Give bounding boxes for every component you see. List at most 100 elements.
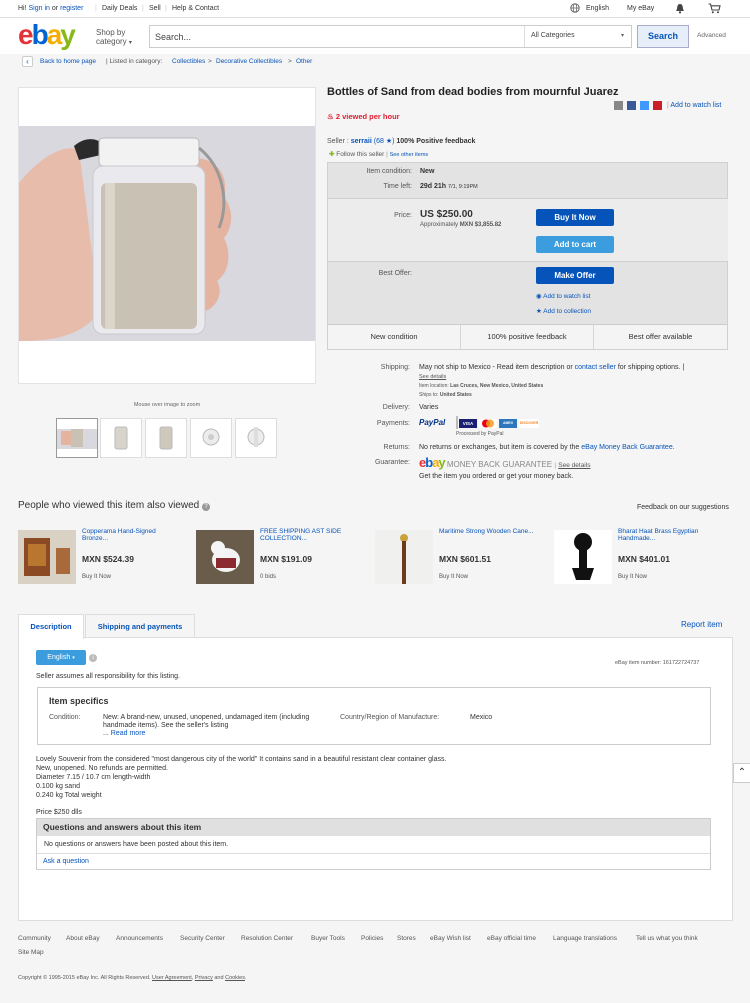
tab-shipping-payments[interactable]: Shipping and payments — [85, 614, 195, 638]
seller-name-link[interactable]: serraii — [351, 138, 372, 145]
sell-link[interactable]: Sell — [149, 5, 161, 12]
crumb-decorative[interactable]: Decorative Collectibles — [216, 58, 282, 65]
feature-positive-feedback: 100% positive feedback — [461, 324, 594, 349]
crumb-collectibles[interactable]: Collectibles — [172, 58, 205, 65]
condition-value: New — [420, 168, 435, 175]
add-watch-list-secondary[interactable]: ◉ Add to watch list — [536, 292, 590, 300]
header: ebay Shop by category ▾ Search... All Ca… — [0, 18, 750, 54]
language-dropdown[interactable]: English ▾ — [36, 650, 86, 665]
money-back-guarantee-link[interactable]: eBay Money Back Guarantee. — [581, 444, 674, 451]
divider: | — [165, 5, 167, 12]
twitter-icon[interactable] — [640, 101, 649, 110]
rec-title-1[interactable]: Copperama Hand-Signed Bronze... — [82, 528, 182, 542]
rec-image-4[interactable] — [554, 530, 612, 584]
privacy-link[interactable]: Privacy — [195, 975, 213, 981]
ask-question-link[interactable]: Ask a question — [43, 858, 89, 865]
cookies-link[interactable]: Cookies — [225, 975, 245, 981]
add-to-collection[interactable]: ★ Add to collection — [536, 307, 591, 315]
rec-image-1[interactable] — [18, 530, 76, 584]
my-ebay-link[interactable]: My eBay — [627, 5, 654, 12]
daily-deals-link[interactable]: Daily Deals — [102, 5, 137, 12]
back-to-top-button[interactable]: ⌃ — [733, 763, 750, 783]
help-contact-link[interactable]: Help & Contact — [172, 5, 219, 12]
main-product-image[interactable] — [18, 87, 316, 384]
read-more[interactable]: ... Read more — [103, 730, 145, 737]
footer-link-about[interactable]: About eBay — [66, 935, 100, 942]
qa-box: Questions and answers about this item No… — [36, 818, 711, 870]
country-label: Country/Region of Manufacture: — [340, 714, 440, 721]
country-value: Mexico — [470, 714, 493, 721]
thumbnail-3[interactable] — [145, 418, 187, 458]
thumbnail-2[interactable] — [100, 418, 142, 458]
buy-it-now-button[interactable]: Buy It Now — [536, 209, 614, 226]
add-to-watch-list-link[interactable]: | Add to watch list — [667, 102, 721, 109]
footer-link-resolution[interactable]: Resolution Center — [241, 935, 293, 942]
chevron-left-icon[interactable]: ‹ — [22, 56, 33, 67]
see-other-items-link[interactable]: See other items — [390, 152, 429, 158]
approx-price: Approximately MXN $3,855.82 — [420, 222, 502, 228]
footer-link-buyer-tools[interactable]: Buyer Tools — [311, 935, 345, 942]
rec-image-2[interactable] — [196, 530, 254, 584]
cart-icon[interactable] — [708, 3, 721, 16]
facebook-icon[interactable] — [627, 101, 636, 110]
rec-title-3[interactable]: Maritime Strong Wooden Cane... — [439, 528, 539, 535]
description-body: Lovely Souvenir from the considered "mos… — [36, 755, 446, 800]
divider — [37, 853, 710, 854]
thumbnail-4[interactable] — [190, 418, 232, 458]
back-home-link[interactable]: Back to home page — [40, 58, 96, 65]
add-to-cart-button[interactable]: Add to cart — [536, 236, 614, 253]
follow-seller[interactable]: ✚ Follow this seller | See other items — [329, 150, 428, 158]
make-offer-button[interactable]: Make Offer — [536, 267, 614, 284]
rec-price-2: MXN $191.09 — [260, 554, 312, 564]
email-icon[interactable] — [614, 101, 623, 110]
rec-image-3[interactable] — [375, 530, 433, 584]
thumbnail-5[interactable] — [235, 418, 277, 458]
footer-link-official-time[interactable]: eBay official time — [487, 935, 536, 942]
bell-icon[interactable] — [675, 3, 685, 16]
rec-title-2[interactable]: FREE SHIPPING AST SIDE COLLECTION... — [260, 528, 360, 542]
thumbnail-1[interactable] — [56, 418, 98, 458]
desc-line: 0.240 kg Total weight — [36, 792, 102, 799]
search-button[interactable]: Search — [637, 25, 689, 48]
tab-description[interactable]: Description — [18, 614, 84, 639]
crumb-other[interactable]: Other — [296, 58, 312, 65]
item-number: eBay item number: 161722724737 — [615, 660, 700, 666]
rec-price-3: MXN $601.51 — [439, 554, 491, 564]
info-icon[interactable]: i — [89, 654, 97, 662]
advanced-search-link[interactable]: Advanced — [697, 32, 726, 39]
logo-letter-a: a — [46, 19, 63, 50]
footer-link-site-map[interactable]: Site Map — [18, 949, 44, 956]
footer-link-stores[interactable]: Stores — [397, 935, 416, 942]
ebay-logo[interactable]: ebay — [18, 19, 76, 50]
footer-link-wish-list[interactable]: eBay Wish list — [430, 935, 471, 942]
rec-title-4[interactable]: Bharat Haat Brass Egyptian Handmade... — [618, 528, 718, 542]
report-item-link[interactable]: Report item — [681, 620, 722, 629]
footer-link-security[interactable]: Security Center — [180, 935, 225, 942]
crumb-sep: > — [208, 58, 212, 65]
chevron-up-icon: ⌃ — [737, 767, 747, 778]
money-back-guarantee-badge: ebay MONEY BACK GUARANTEE | See details — [419, 455, 591, 470]
seller-score-link[interactable]: (68 ★) — [374, 138, 395, 145]
language-selector[interactable]: English — [586, 5, 609, 12]
mbg-see-details-link[interactable]: See details — [558, 462, 590, 469]
footer-link-announcements[interactable]: Announcements — [116, 935, 163, 942]
eye-icon: ◉ — [536, 293, 542, 300]
register-link[interactable]: register — [60, 5, 83, 12]
footer-link-feedback[interactable]: Tell us what you think — [636, 935, 698, 942]
pinterest-icon[interactable] — [653, 101, 662, 110]
user-agreement-link[interactable]: User Agreement — [152, 975, 192, 981]
sign-in-link[interactable]: Sign in — [29, 5, 50, 12]
recommendations-title: People who viewed this item also viewed … — [18, 500, 210, 511]
footer-link-policies[interactable]: Policies — [361, 935, 383, 942]
contact-seller-link[interactable]: contact seller — [575, 364, 616, 371]
footer-link-translations[interactable]: Language translations — [553, 935, 617, 942]
feature-new-condition: New condition — [328, 324, 461, 349]
help-icon[interactable]: ? — [202, 503, 210, 511]
search-input[interactable]: Search... All Categories ▾ — [149, 25, 632, 48]
shop-by-category-button[interactable]: Shop by category ▾ — [96, 28, 144, 48]
see-details-link[interactable]: See details — [419, 374, 446, 380]
returns-value: No returns or exchanges, but item is cov… — [419, 444, 675, 451]
feedback-suggestions-link[interactable]: Feedback on our suggestions — [637, 504, 729, 511]
footer-link-community[interactable]: Community — [18, 935, 51, 942]
category-select[interactable]: All Categories ▾ — [524, 26, 632, 47]
